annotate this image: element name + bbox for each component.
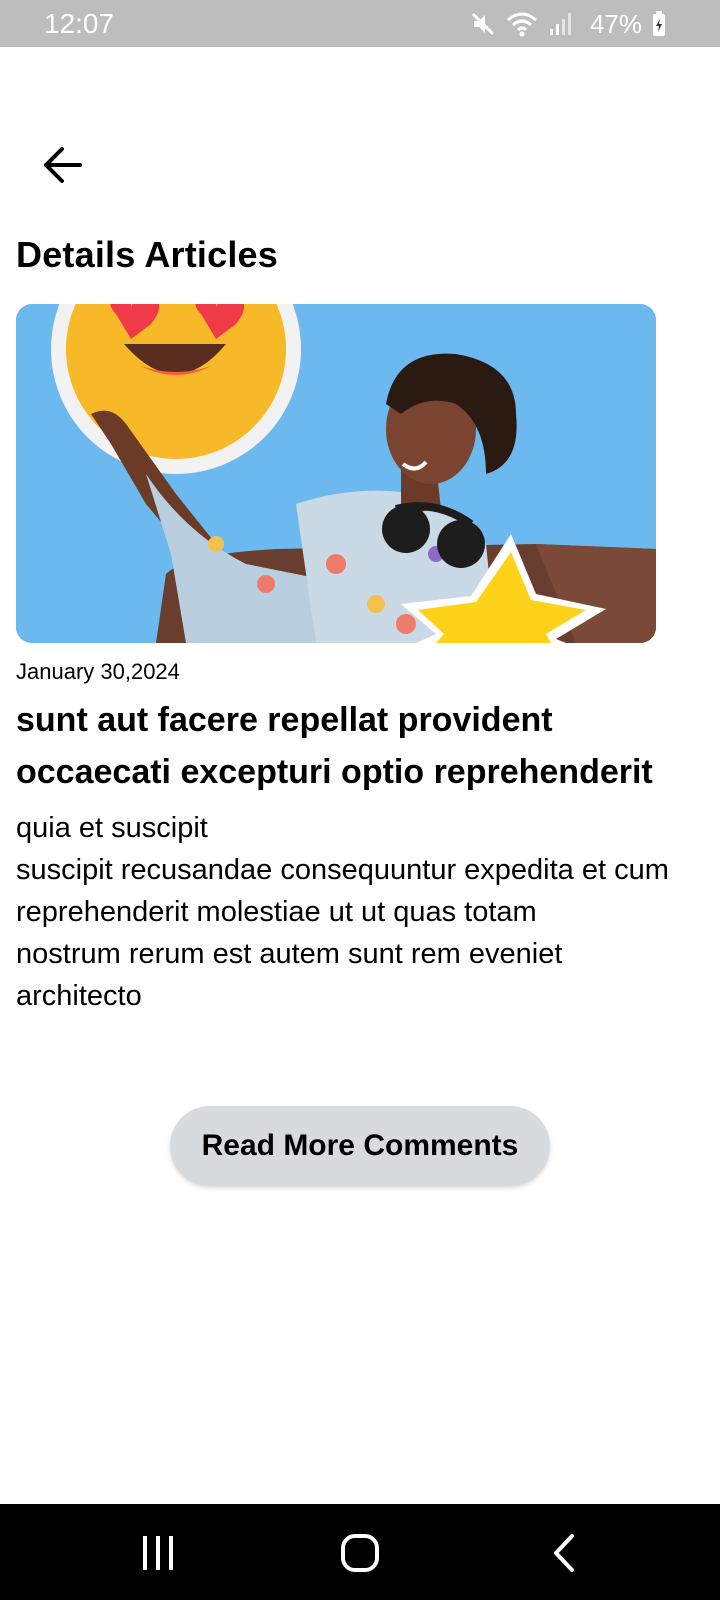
- back-button[interactable]: [38, 140, 88, 190]
- battery-percent: 47%: [589, 8, 642, 39]
- status-time: 12:07: [44, 8, 115, 39]
- home-icon: [341, 1534, 379, 1572]
- article-date: January 30,2024: [16, 659, 180, 684]
- page-title: Details Articles: [16, 234, 278, 275]
- mute-icon: [471, 12, 495, 36]
- article-image: [16, 304, 656, 643]
- arrow-left-icon: [44, 147, 82, 183]
- nav-back-button[interactable]: [534, 1526, 594, 1580]
- article-body: quia et suscipit suscipit recusandae con…: [16, 812, 669, 1012]
- system-nav-bar: [0, 1504, 720, 1600]
- article-title: sunt aut facere repellat provident occae…: [16, 701, 653, 791]
- status-icons: 47%: [470, 8, 666, 40]
- wifi-icon: [506, 12, 537, 37]
- recent-apps-icon: [143, 1536, 173, 1570]
- read-more-comments-button[interactable]: Read More Comments: [170, 1106, 550, 1186]
- recent-apps-button[interactable]: [128, 1526, 188, 1580]
- home-button[interactable]: [330, 1526, 390, 1580]
- status-bar: 12:07 47%: [0, 0, 720, 47]
- signal-icon: [549, 13, 571, 35]
- back-icon: [554, 1534, 574, 1572]
- battery-icon: [653, 11, 665, 36]
